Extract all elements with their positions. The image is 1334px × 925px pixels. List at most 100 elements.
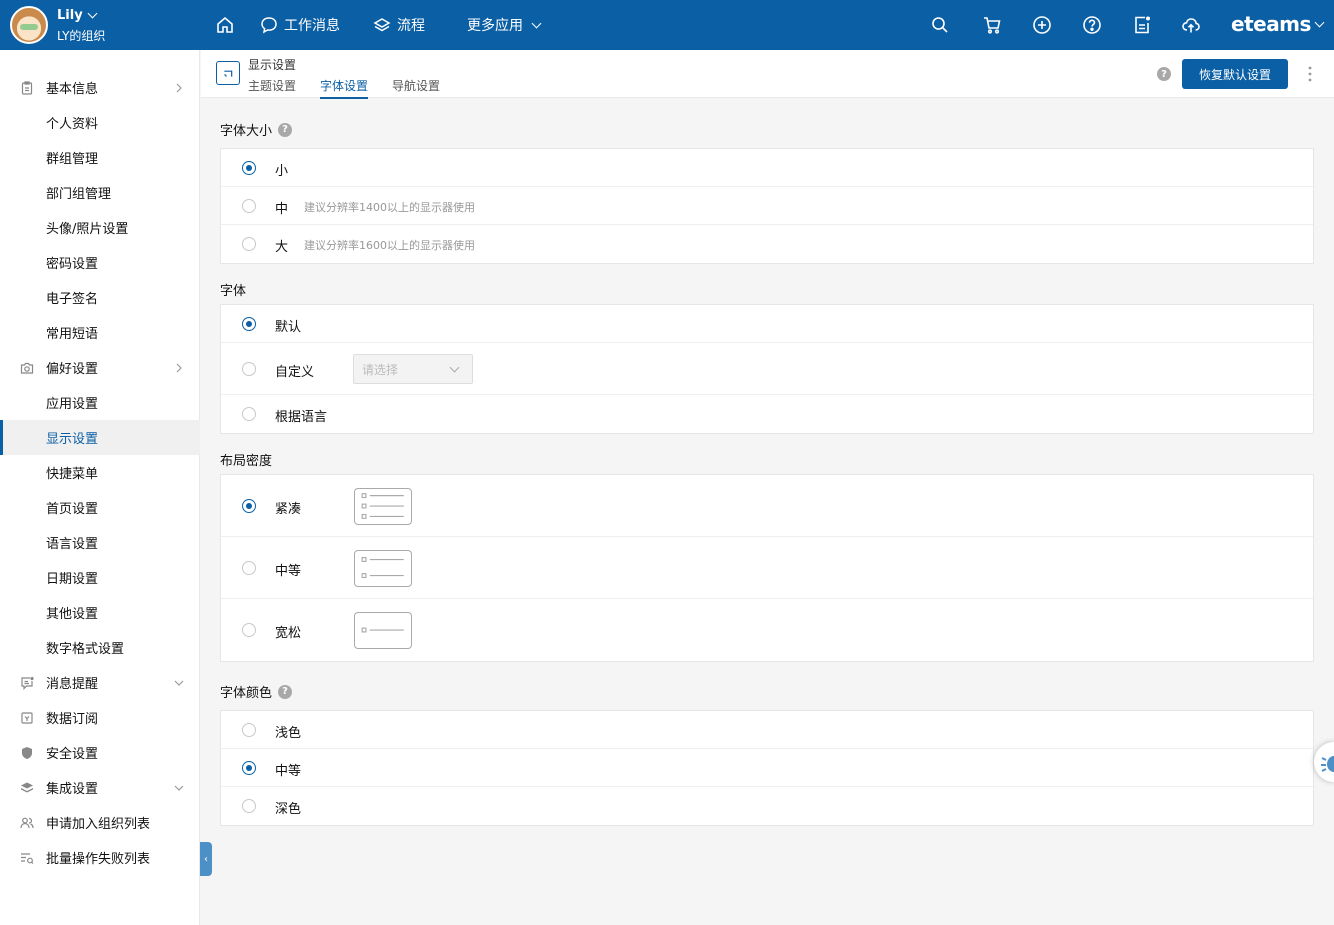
nav-more-apps[interactable]: 更多应用	[467, 15, 544, 35]
option-hint: 建议分辨率1400以上的显示器使用	[304, 201, 475, 214]
nav-more-apps-label: 更多应用	[467, 18, 523, 34]
add-circle-icon[interactable]	[1032, 15, 1052, 35]
section-font-family-title: 字体	[220, 280, 246, 299]
radio-button[interactable]	[242, 561, 256, 575]
density-option-medium[interactable]: 中等	[221, 537, 1313, 599]
font-size-option-small[interactable]: 小	[221, 149, 1313, 187]
cloud-upload-icon[interactable]	[1181, 15, 1201, 35]
sidebar-item-date-settings[interactable]: 日期设置	[0, 560, 200, 595]
sidebar-item-security-settings[interactable]: 安全设置	[0, 735, 200, 770]
bug-icon	[1321, 756, 1334, 772]
sidebar-item-join-requests[interactable]: 申请加入组织列表	[0, 805, 200, 840]
radio-button[interactable]	[242, 761, 256, 775]
section-font-size-title: 字体大小 ?	[220, 120, 293, 139]
tab-theme-settings[interactable]: 主题设置	[248, 77, 296, 97]
sidebar-item-password-settings[interactable]: 密码设置	[0, 245, 200, 280]
sidebar-item-display-settings[interactable]: 显示设置	[0, 420, 200, 455]
user-avatar[interactable]	[10, 6, 48, 44]
custom-font-select[interactable]: 请选择	[353, 354, 473, 384]
font-family-option-default[interactable]: 默认	[221, 305, 1313, 343]
sidebar-item-label: 批量操作失败列表	[46, 852, 151, 867]
sidebar-item-app-settings[interactable]: 应用设置	[0, 385, 200, 420]
chevron-down-icon	[174, 785, 184, 791]
sidebar-item-profile[interactable]: 个人资料	[0, 105, 200, 140]
sidebar-item-preferences[interactable]: 偏好设置	[0, 350, 200, 385]
sidebar-item-quick-menu[interactable]: 快捷菜单	[0, 455, 200, 490]
sidebar-item-data-subscription[interactable]: 数据订阅	[0, 700, 200, 735]
sidebar-item-number-format[interactable]: 数字格式设置	[0, 630, 200, 665]
help-icon[interactable]: ?	[278, 684, 293, 699]
sidebar-item-label: 基本信息	[46, 82, 99, 97]
option-label: 浅色	[275, 726, 302, 741]
layers-icon	[21, 782, 33, 792]
density-option-loose[interactable]: 宽松	[221, 599, 1313, 661]
radio-button[interactable]	[242, 407, 256, 421]
font-color-option-medium[interactable]: 中等	[221, 749, 1313, 787]
org-name[interactable]: LY的组织	[57, 27, 105, 44]
search-icon[interactable]	[930, 15, 950, 35]
sidebar-item-notifications[interactable]: 消息提醒	[0, 665, 200, 700]
nav-work-messages[interactable]: 工作消息	[260, 15, 340, 35]
cart-icon[interactable]	[982, 15, 1002, 35]
sidebar-item-other-settings[interactable]: 其他设置	[0, 595, 200, 630]
sidebar-item-label: 密码设置	[46, 257, 99, 272]
restore-default-button[interactable]: 恢复默认设置	[1182, 59, 1288, 89]
radio-button[interactable]	[242, 723, 256, 737]
help-circle-icon[interactable]	[1082, 15, 1102, 35]
radio-button[interactable]	[242, 199, 256, 213]
sidebar-item-homepage-settings[interactable]: 首页设置	[0, 490, 200, 525]
bug-report-button[interactable]	[1314, 742, 1334, 782]
sidebar-item-language-settings[interactable]: 语言设置	[0, 525, 200, 560]
user-name-switcher[interactable]: Lily	[57, 8, 100, 23]
section-title-text: 字体	[220, 284, 247, 299]
sidebar-item-label: 消息提醒	[46, 677, 99, 692]
section-title-text: 布局密度	[220, 454, 273, 469]
font-size-option-large[interactable]: 大 建议分辨率1600以上的显示器使用	[221, 225, 1313, 263]
font-color-option-dark[interactable]: 深色	[221, 787, 1313, 825]
sidebar-item-label: 部门组管理	[46, 187, 112, 202]
sidebar-item-e-signature[interactable]: 电子签名	[0, 280, 200, 315]
help-icon[interactable]: ?	[278, 122, 293, 137]
font-color-panel: 浅色 中等 深色	[220, 710, 1314, 826]
radio-button[interactable]	[242, 799, 256, 813]
radio-button[interactable]	[242, 623, 256, 637]
chevron-down-icon	[87, 8, 98, 19]
sidebar-item-common-phrases[interactable]: 常用短语	[0, 315, 200, 350]
chat-icon	[261, 17, 277, 34]
page-header: 显示设置 主题设置 字体设置 导航设置 ? 恢复默认设置	[201, 50, 1334, 99]
sidebar-item-basic-info[interactable]: 基本信息	[0, 70, 200, 105]
sidebar-item-label: 电子签名	[46, 292, 99, 307]
density-option-compact[interactable]: 紧凑	[221, 475, 1313, 537]
more-vertical-icon[interactable]	[1307, 65, 1313, 83]
tab-nav-settings[interactable]: 导航设置	[392, 77, 440, 97]
radio-button[interactable]	[242, 317, 256, 331]
font-size-option-medium[interactable]: 中 建议分辨率1400以上的显示器使用	[221, 187, 1313, 225]
layout-density-panel: 紧凑 中等 宽松	[220, 474, 1314, 662]
brand-switcher[interactable]: eteams	[1231, 12, 1327, 36]
font-color-option-light[interactable]: 浅色	[221, 711, 1313, 749]
font-family-option-by-language[interactable]: 根据语言	[221, 395, 1313, 433]
sidebar-item-avatar-settings[interactable]: 头像/照片设置	[0, 210, 200, 245]
nav-workflow[interactable]: 流程	[373, 15, 425, 35]
sidebar-item-integration-settings[interactable]: 集成设置	[0, 770, 200, 805]
radio-button[interactable]	[242, 161, 256, 175]
sidebar-item-label: 快捷菜单	[46, 467, 99, 482]
radio-button[interactable]	[242, 362, 256, 376]
notes-icon[interactable]	[1132, 15, 1152, 35]
sidebar-collapse-handle[interactable]: ‹	[200, 842, 212, 876]
sidebar-item-label: 安全设置	[46, 747, 99, 762]
option-label: 大	[275, 240, 289, 255]
font-family-option-custom[interactable]: 自定义 请选择	[221, 343, 1313, 395]
option-label: 中等	[275, 764, 302, 779]
list-search-icon	[21, 852, 34, 864]
message-alert-icon	[21, 676, 34, 690]
sidebar-item-batch-failures[interactable]: 批量操作失败列表	[0, 840, 200, 875]
tab-font-settings[interactable]: 字体设置	[320, 77, 369, 99]
radio-button[interactable]	[242, 499, 256, 513]
home-icon[interactable]	[215, 15, 235, 35]
sidebar-item-dept-group-management[interactable]: 部门组管理	[0, 175, 200, 210]
help-icon[interactable]: ?	[1157, 67, 1171, 81]
radio-button[interactable]	[242, 237, 256, 251]
sidebar-item-group-management[interactable]: 群组管理	[0, 140, 200, 175]
sidebar-item-label: 日期设置	[46, 572, 99, 587]
